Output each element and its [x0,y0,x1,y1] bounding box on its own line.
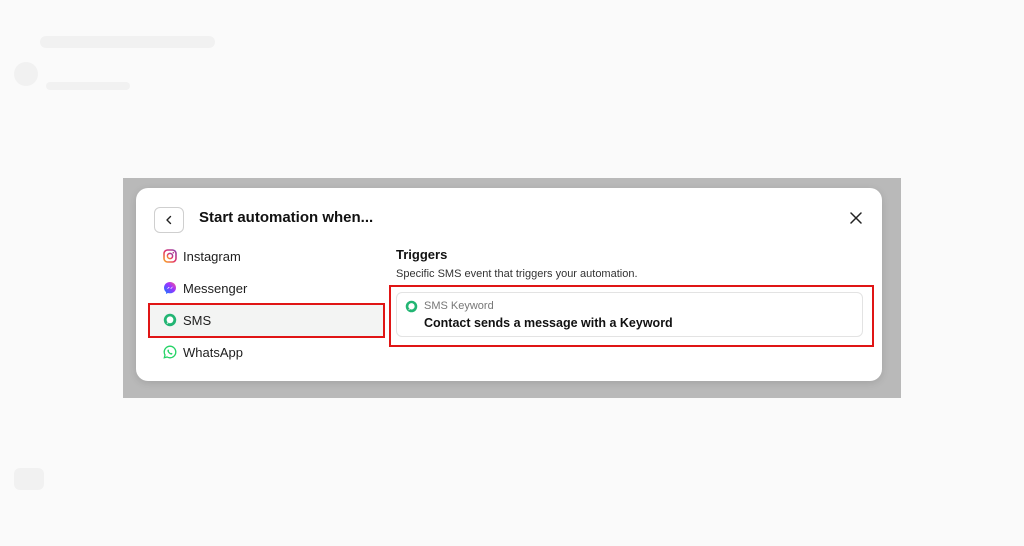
trigger-card-sms-keyword[interactable]: SMS Keyword Contact sends a message with… [396,292,863,337]
close-button[interactable] [846,208,866,228]
sidebar-item-label: SMS [183,312,212,328]
background-avatar [14,62,38,86]
channel-sidebar: Instagram Messenger SMS WhatsApp [148,240,385,368]
sidebar-item-sms[interactable]: SMS [148,304,385,336]
messenger-icon [163,281,177,295]
close-icon [850,212,862,224]
start-automation-modal: Start automation when... Instagram Messe… [136,188,882,381]
trigger-card-label: SMS Keyword [424,300,494,312]
triggers-heading: Triggers [396,247,448,262]
sidebar-item-label: Instagram [183,248,241,264]
chevron-left-icon [164,215,174,225]
modal-title: Start automation when... [199,209,374,226]
sidebar-item-whatsapp[interactable]: WhatsApp [148,336,385,368]
back-button[interactable] [154,207,184,233]
sms-icon [405,300,418,313]
sidebar-item-instagram[interactable]: Instagram [148,240,385,272]
instagram-icon [163,249,177,263]
sidebar-item-label: Messenger [183,280,248,296]
trigger-card-title: Contact sends a message with a Keyword [424,316,673,330]
sidebar-item-messenger[interactable]: Messenger [148,272,385,304]
background-footer-block [14,468,44,490]
sms-icon [163,313,177,327]
background-header-bar [40,36,215,48]
sidebar-item-label: WhatsApp [183,344,243,360]
whatsapp-icon [163,345,177,359]
background-text-line [46,82,130,90]
triggers-description: Specific SMS event that triggers your au… [396,268,638,280]
